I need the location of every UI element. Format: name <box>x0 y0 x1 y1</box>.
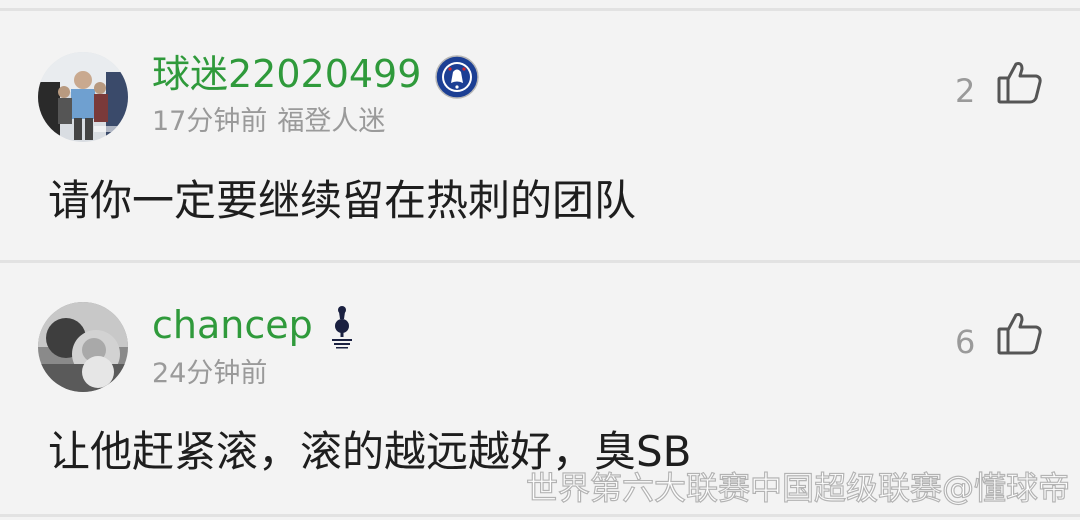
username[interactable]: 球迷22020499 <box>152 55 421 93</box>
like-count: 6 <box>955 323 976 361</box>
fan-tag: 福登人迷 <box>277 106 386 137</box>
divider <box>0 8 1080 11</box>
post-time: 17分钟前 <box>152 106 268 137</box>
post-time: 24分钟前 <box>152 358 268 389</box>
comment-feed: 球迷22020499 17分钟前 福登人迷 2 请你一定要继续留在热刺的团队 c… <box>0 0 1080 520</box>
comment-meta: 17分钟前 福登人迷 <box>152 108 385 135</box>
divider <box>0 514 1080 517</box>
comment-meta: 24分钟前 <box>152 360 267 387</box>
thumbs-up-icon[interactable] <box>996 58 1044 106</box>
chelsea-badge-icon <box>435 55 479 103</box>
user-avatar[interactable] <box>38 302 128 392</box>
username[interactable]: chancep <box>152 306 313 344</box>
user-avatar[interactable] <box>38 52 128 142</box>
tottenham-badge-icon <box>328 303 356 355</box>
watermark: 世界第六大联赛中国超级联赛@懂球帝 <box>525 469 1070 507</box>
divider <box>0 260 1080 263</box>
thumbs-up-icon[interactable] <box>996 309 1044 357</box>
comment-text: 让他赶紧滚，滚的越远越好，臭SB <box>48 427 692 476</box>
like-count: 2 <box>955 72 976 110</box>
comment-text: 请你一定要继续留在热刺的团队 <box>48 176 637 225</box>
